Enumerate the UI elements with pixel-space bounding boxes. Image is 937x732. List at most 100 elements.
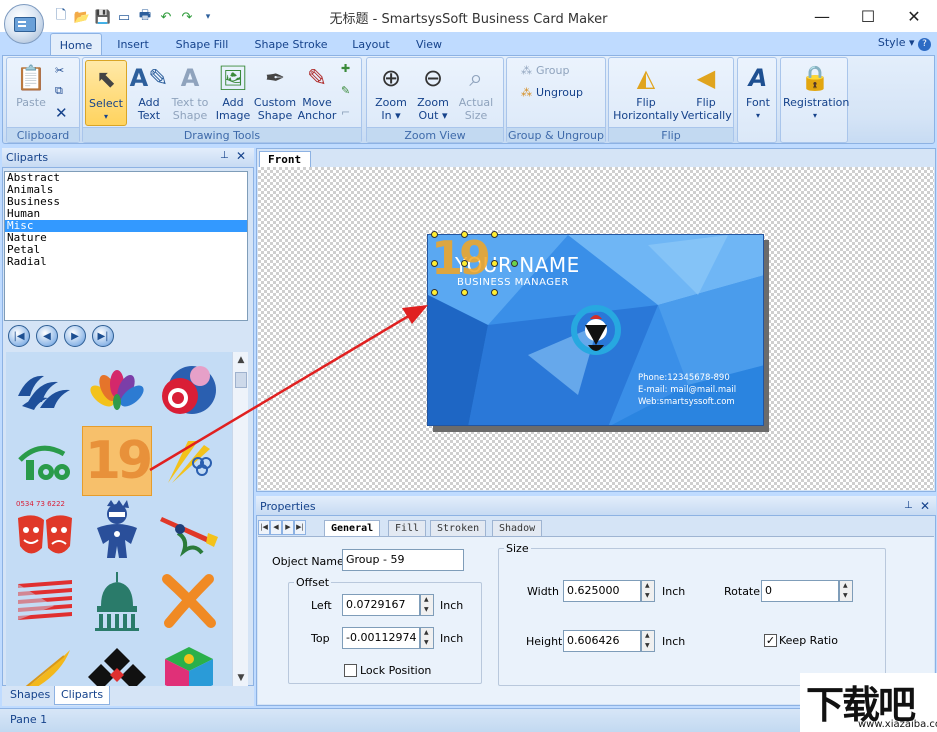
tab-shadow[interactable]: Shadow bbox=[492, 520, 542, 536]
actual-size-button[interactable]: ⌕ Actual Size bbox=[455, 62, 497, 122]
gallery-scrollbar[interactable]: ▲ ▼ bbox=[232, 352, 248, 686]
minimize-button[interactable]: — bbox=[799, 0, 845, 32]
card-phone-text[interactable]: Phone:12345678-890 bbox=[638, 373, 730, 383]
clipart-number-19-selected[interactable]: 19 bbox=[82, 426, 152, 496]
clipart-category-list[interactable]: Abstract Animals Business Human Misc Nat… bbox=[4, 171, 248, 321]
selected-object-19[interactable]: 19 bbox=[431, 231, 487, 285]
tab-first-icon[interactable]: |◀ bbox=[258, 520, 270, 535]
next-page-icon[interactable]: ▶ bbox=[64, 325, 86, 347]
flip-vertically-button[interactable]: ◀ Flip Vertically bbox=[681, 62, 731, 122]
card-web-text[interactable]: Web:smartsyssoft.com bbox=[638, 397, 735, 407]
pin-icon[interactable]: ⊥ bbox=[220, 150, 229, 161]
clipart-red-stripes-icon[interactable] bbox=[10, 566, 80, 636]
cut-button[interactable]: ✂ bbox=[55, 64, 64, 77]
tab-shapes[interactable]: Shapes bbox=[4, 686, 56, 705]
selection-handle-top[interactable] bbox=[461, 231, 468, 238]
clipart-fan-stripes-icon[interactable] bbox=[154, 426, 224, 496]
tab-fill[interactable]: Fill bbox=[388, 520, 426, 536]
style-menu[interactable]: Style ▾ ? bbox=[878, 36, 931, 51]
tab-home[interactable]: Home bbox=[50, 33, 102, 56]
keep-ratio-checkbox[interactable]: ✓ bbox=[764, 634, 777, 647]
selection-handle-bottom[interactable] bbox=[461, 289, 468, 296]
clipart-feather-icon[interactable] bbox=[10, 636, 80, 686]
close-icon[interactable]: ✕ bbox=[236, 149, 246, 163]
tab-stroken[interactable]: Stroken bbox=[430, 520, 486, 536]
tab-cliparts[interactable]: Cliparts bbox=[54, 686, 110, 705]
pin-icon[interactable]: ⊥ bbox=[904, 500, 913, 511]
delete-button[interactable]: ✕ bbox=[55, 104, 68, 122]
close-icon[interactable]: ✕ bbox=[920, 499, 930, 513]
move-anchor-button[interactable]: ✎ Move Anchor bbox=[295, 62, 339, 122]
clipart-painter-brush-icon[interactable] bbox=[154, 496, 224, 566]
last-page-icon[interactable]: ▶| bbox=[92, 325, 114, 347]
selection-handle-top-right[interactable] bbox=[491, 231, 498, 238]
selection-handle-bottom-right[interactable] bbox=[491, 289, 498, 296]
zoom-in-button[interactable]: ⊕ Zoom In ▾ bbox=[371, 62, 411, 122]
clipart-color-cube-icon[interactable] bbox=[154, 636, 224, 686]
first-page-icon[interactable]: |◀ bbox=[8, 325, 30, 347]
rotation-handle[interactable] bbox=[511, 260, 518, 267]
left-input[interactable]: 0.0729167 bbox=[342, 594, 420, 616]
top-input[interactable]: -0.00112974 bbox=[342, 627, 420, 649]
tab-layout[interactable]: Layout bbox=[344, 33, 398, 56]
tab-last-icon[interactable]: ▶| bbox=[294, 520, 306, 535]
card-email-text[interactable]: E-mail: mail@mail.mail bbox=[638, 385, 736, 395]
scroll-up-icon[interactable]: ▲ bbox=[233, 352, 249, 368]
copy-button[interactable]: ⧉ bbox=[55, 84, 63, 98]
height-spinner[interactable] bbox=[641, 630, 655, 652]
selection-handle-center[interactable] bbox=[461, 260, 468, 267]
remove-anchor-button[interactable]: ✎ bbox=[341, 84, 350, 97]
tab-next-icon[interactable]: ▶ bbox=[282, 520, 294, 535]
clipart-dome-building-icon[interactable] bbox=[82, 566, 152, 636]
registration-button[interactable]: 🔒 Registration ▾ bbox=[783, 62, 847, 122]
width-spinner[interactable] bbox=[641, 580, 655, 602]
list-item[interactable]: Radial bbox=[5, 256, 247, 268]
close-button[interactable]: ✕ bbox=[891, 0, 937, 32]
convert-anchor-button[interactable]: ⌐ bbox=[341, 106, 350, 119]
lock-position-checkbox[interactable] bbox=[344, 664, 357, 677]
add-text-button[interactable]: A✎ Add Text bbox=[129, 62, 169, 122]
flip-horizontally-button[interactable]: ◭ Flip Horizontally bbox=[613, 62, 679, 122]
add-anchor-button[interactable]: ✚ bbox=[341, 62, 350, 75]
tab-prev-icon[interactable]: ◀ bbox=[270, 520, 282, 535]
clipart-blue-figure-icon[interactable] bbox=[82, 496, 152, 566]
custom-shape-button[interactable]: ✒ Custom Shape bbox=[253, 62, 297, 122]
clipart-diamond-pattern-icon[interactable] bbox=[82, 636, 152, 686]
tab-front[interactable]: Front bbox=[259, 151, 311, 167]
clipart-orange-x-icon[interactable] bbox=[154, 566, 224, 636]
paste-button[interactable]: 📋 Paste bbox=[11, 62, 51, 109]
previous-page-icon[interactable]: ◀ bbox=[36, 325, 58, 347]
clipart-swirl-logo-icon[interactable] bbox=[154, 356, 224, 426]
font-button[interactable]: A Font ▾ bbox=[740, 62, 776, 122]
tab-insert[interactable]: Insert bbox=[108, 33, 158, 56]
clipart-theater-masks-icon[interactable]: 0534 73 6222 bbox=[10, 496, 80, 566]
width-input[interactable]: 0.625000 bbox=[563, 580, 641, 602]
help-icon[interactable]: ? bbox=[918, 38, 931, 51]
tab-shape-stroke[interactable]: Shape Stroke bbox=[248, 33, 334, 56]
height-input[interactable]: 0.606426 bbox=[563, 630, 641, 652]
text-to-shape-button[interactable]: A Text to Shape bbox=[169, 62, 211, 122]
list-item[interactable]: Human bbox=[5, 208, 247, 220]
object-name-field[interactable]: Group - 59 bbox=[342, 549, 464, 571]
maximize-button[interactable]: ☐ bbox=[845, 0, 891, 32]
add-image-button[interactable]: 🖼 Add Image bbox=[213, 62, 253, 122]
clipart-green-1oo-icon[interactable] bbox=[10, 426, 80, 496]
scroll-down-icon[interactable]: ▼ bbox=[233, 670, 249, 686]
top-spinner[interactable] bbox=[420, 627, 434, 649]
scrollbar-thumb[interactable] bbox=[235, 372, 247, 388]
zoom-out-button[interactable]: ⊖ Zoom Out ▾ bbox=[413, 62, 453, 122]
clipart-hands-icon[interactable] bbox=[10, 356, 80, 426]
tab-view[interactable]: View bbox=[408, 33, 450, 56]
tab-shape-fill[interactable]: Shape Fill bbox=[168, 33, 236, 56]
select-button[interactable]: ⬉ Select ▾ bbox=[85, 60, 127, 126]
left-spinner[interactable] bbox=[420, 594, 434, 616]
ungroup-button[interactable]: ⁂Ungroup bbox=[521, 86, 583, 99]
selection-handle-bottom-left[interactable] bbox=[431, 289, 438, 296]
selection-handle-right[interactable] bbox=[491, 260, 498, 267]
group-button[interactable]: ⁂Group bbox=[521, 64, 570, 77]
tab-general[interactable]: General bbox=[324, 520, 380, 536]
rotate-spinner[interactable] bbox=[839, 580, 853, 602]
application-menu-button[interactable] bbox=[4, 4, 44, 44]
clipart-peacock-icon[interactable] bbox=[82, 356, 152, 426]
selection-handle-top-left[interactable] bbox=[431, 231, 438, 238]
